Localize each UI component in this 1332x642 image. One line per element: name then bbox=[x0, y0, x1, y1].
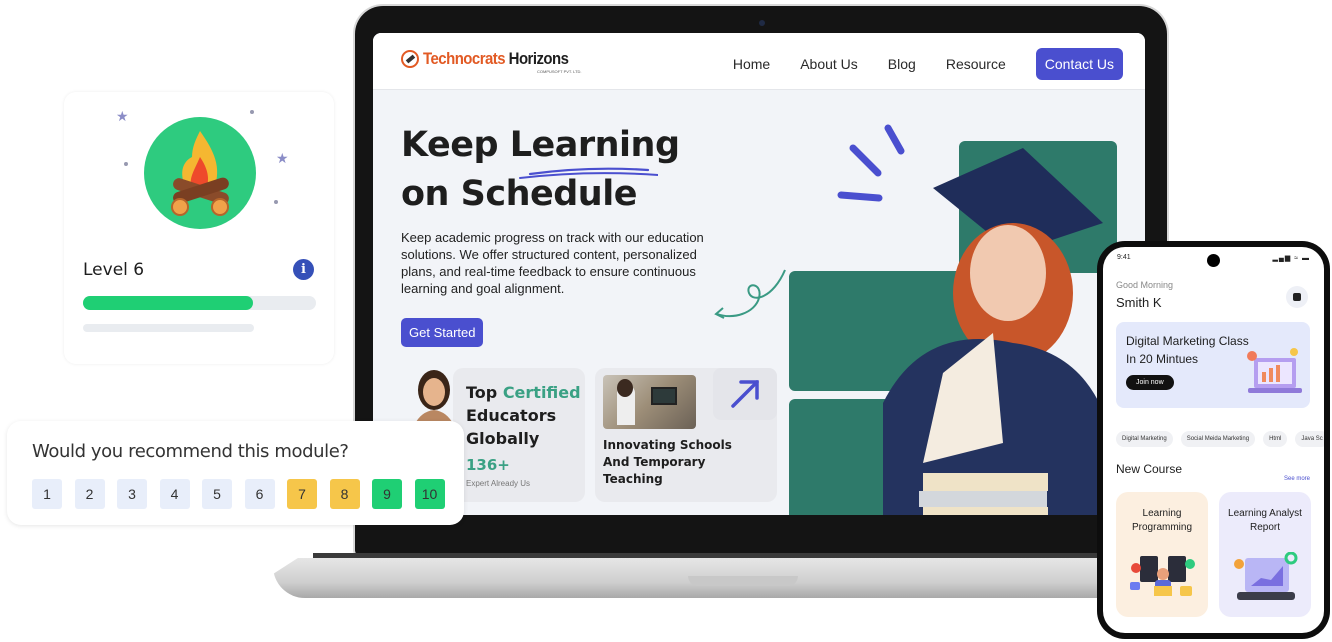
hero-description: Keep academic progress on track with our… bbox=[401, 230, 704, 296]
nav-link-resource[interactable]: Resource bbox=[946, 56, 1006, 72]
level-progress-bar bbox=[83, 296, 316, 310]
laptop-frame: Technocrats Horizons COMPUSOFT PVT. LTD.… bbox=[355, 6, 1167, 556]
campfire-badge bbox=[144, 117, 256, 229]
laptop-camera bbox=[759, 20, 765, 26]
promo-banner: Digital Marketing Class In 20 Mintues Jo… bbox=[1116, 322, 1310, 408]
website-screen: Technocrats Horizons COMPUSOFT PVT. LTD.… bbox=[373, 33, 1145, 515]
status-icons: ▂▄▆ ≈ ▬ bbox=[1272, 255, 1310, 262]
logo-subtitle: COMPUSOFT PVT. LTD. bbox=[537, 69, 582, 74]
site-navbar: Technocrats Horizons COMPUSOFT PVT. LTD.… bbox=[373, 33, 1145, 90]
programmer-illustration bbox=[1130, 556, 1195, 596]
rating-option-7[interactable]: 7 bbox=[287, 479, 317, 509]
open-arrow-button[interactable] bbox=[713, 368, 777, 420]
campfire-icon bbox=[171, 131, 229, 216]
course-card[interactable]: Learning Programming bbox=[1116, 492, 1208, 617]
contact-us-button[interactable]: Contact Us bbox=[1035, 48, 1123, 80]
educators-stat: 136+ bbox=[466, 456, 510, 474]
profile-button[interactable] bbox=[1286, 286, 1308, 308]
placeholder-bar bbox=[83, 324, 254, 332]
get-started-button[interactable]: Get Started bbox=[401, 318, 484, 347]
logo-brand-primary: Technocrats bbox=[423, 49, 506, 68]
recommend-card: Would you recommend this module? 1234567… bbox=[7, 421, 464, 525]
laptop-base bbox=[273, 550, 1103, 608]
rating-option-8[interactable]: 8 bbox=[329, 479, 360, 509]
nav-link-home[interactable]: Home bbox=[733, 56, 770, 72]
phone-frame: 9:41 ▂▄▆ ≈ ▬ Good Morning Smith K Digita… bbox=[1097, 241, 1330, 639]
chip-social-media[interactable]: Social Meida Marketing bbox=[1180, 431, 1256, 447]
arrow-up-right-icon bbox=[731, 380, 759, 408]
level-card: ★ ★ Level 6 i bbox=[64, 92, 334, 364]
promo-title: Digital Marketing Class In 20 Mintues bbox=[1126, 334, 1249, 366]
mobile-app-screen: 9:41 ▂▄▆ ≈ ▬ Good Morning Smith K Digita… bbox=[1103, 247, 1324, 633]
rating-option-10[interactable]: 10 bbox=[414, 479, 445, 509]
logo-brand-secondary: Horizons bbox=[508, 49, 569, 68]
user-name: Smith K bbox=[1116, 295, 1162, 310]
rating-option-5[interactable]: 5 bbox=[202, 479, 232, 509]
level-title: Level 6 bbox=[83, 260, 145, 280]
swirl-arrow-icon bbox=[714, 269, 786, 319]
rating-option-1[interactable]: 1 bbox=[32, 479, 62, 509]
greeting: Good Morning bbox=[1116, 280, 1174, 290]
rating-scale: 1 2 3 4 5 6 7 8 9 10 bbox=[32, 479, 445, 509]
marketing-illustration bbox=[1247, 348, 1302, 393]
nav-link-about[interactable]: About Us bbox=[800, 56, 858, 72]
graduate-student-image bbox=[883, 148, 1113, 515]
info-icon[interactable]: i bbox=[293, 259, 314, 280]
rating-option-3[interactable]: 3 bbox=[117, 479, 147, 509]
promo-composition: Technocrats Horizons COMPUSOFT PVT. LTD.… bbox=[0, 0, 1332, 642]
rating-option-9[interactable]: 9 bbox=[372, 479, 402, 509]
educators-stat-label: Expert Already Us bbox=[466, 479, 531, 488]
site-logo[interactable]: Technocrats Horizons COMPUSOFT PVT. LTD. bbox=[401, 49, 588, 74]
logo-icon bbox=[401, 50, 419, 68]
chip-digital-marketing[interactable]: Digital Marketing bbox=[1116, 431, 1173, 447]
rating-option-6[interactable]: 6 bbox=[244, 479, 275, 509]
course-card[interactable]: Learning Analyst Report bbox=[1219, 492, 1311, 617]
chip-javascript[interactable]: Java Sc bbox=[1295, 431, 1324, 447]
camera-notch bbox=[1207, 254, 1220, 267]
join-now-button[interactable]: Join now bbox=[1126, 375, 1174, 390]
online-class-photo bbox=[603, 375, 696, 429]
section-title: New Course bbox=[1116, 462, 1183, 476]
rating-option-2[interactable]: 2 bbox=[74, 479, 105, 509]
star-icon: ★ bbox=[116, 108, 129, 124]
rating-option-4[interactable]: 4 bbox=[159, 479, 190, 509]
analytics-illustration bbox=[1234, 552, 1298, 600]
recommend-question: Would you recommend this module? bbox=[32, 441, 349, 462]
nav-link-blog[interactable]: Blog bbox=[888, 56, 916, 72]
level-progress-fill bbox=[83, 296, 254, 310]
schools-card-title: Innovating Schools And Temporary Teachin… bbox=[603, 438, 732, 486]
see-more-link[interactable]: See more bbox=[1284, 476, 1310, 482]
educators-card-title: Top Certified Educators Globally bbox=[466, 383, 581, 448]
category-chips: Digital Marketing Social Meida Marketing… bbox=[1116, 431, 1324, 447]
underline-scribble-icon bbox=[519, 167, 658, 179]
nav-links: Home About Us Blog Resource Contact Us bbox=[733, 48, 1123, 80]
star-icon: ★ bbox=[276, 150, 289, 166]
status-time: 9:41 bbox=[1117, 254, 1131, 261]
chip-html[interactable]: Html bbox=[1263, 431, 1288, 447]
